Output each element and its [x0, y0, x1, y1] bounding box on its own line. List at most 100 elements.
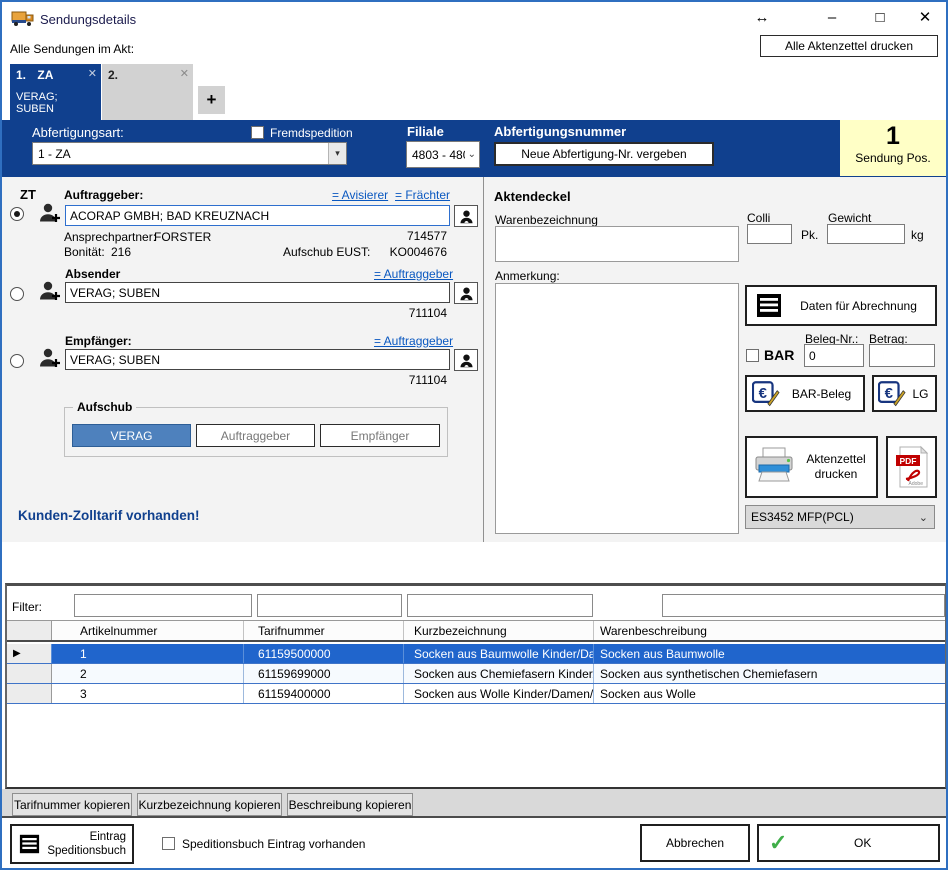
anmerkung-textarea[interactable] [495, 283, 739, 534]
absender-radio[interactable] [10, 287, 24, 301]
assign-number-button[interactable]: Neue Abfertigung-Nr. vergeben [494, 142, 714, 166]
bar-checkbox[interactable] [746, 349, 759, 362]
empfaenger-auftraggeber-link[interactable]: = Auftraggeber [374, 334, 453, 348]
auftraggeber-input[interactable] [65, 205, 450, 226]
cell-artikelnummer[interactable]: 2 [52, 664, 244, 683]
grid-header-tarifnummer[interactable]: Tarifnummer [244, 621, 404, 640]
filter-artikelnummer-input[interactable] [74, 594, 252, 617]
euro-receipt-icon: € [878, 380, 906, 407]
grid-header-warenbeschreibung[interactable]: Warenbeschreibung [594, 621, 945, 640]
cell-kurzbezeichnung[interactable]: Socken aus Wolle Kinder/Damen/Heeren [404, 684, 594, 703]
gewicht-label: Gewicht [828, 211, 871, 225]
grid-header-artikelnummer[interactable]: Artikelnummer [52, 621, 244, 640]
ok-button[interactable]: ✓ OK [757, 824, 940, 862]
fremdspedition-checkbox[interactable] [251, 126, 264, 139]
cell-tarifnummer[interactable]: 61159699000 [244, 664, 404, 683]
warenbezeichnung-textarea[interactable] [495, 226, 739, 262]
abrechnung-button[interactable]: Daten für Abrechnung [745, 285, 937, 326]
cell-warenbeschreibung[interactable]: Socken aus Wolle [594, 684, 945, 703]
betrag-input[interactable] [869, 344, 935, 367]
add-tab-button[interactable]: + [198, 86, 225, 114]
table-row[interactable]: ▶ 1 61159500000 Socken aus Baumwolle Kin… [7, 644, 945, 664]
auftraggeber-radio[interactable] [10, 207, 24, 221]
tab1-index: 1. [16, 68, 26, 82]
filter-warenbeschreibung-input[interactable] [662, 594, 945, 617]
article-grid: Filter: Artikelnummer Tarifnummer Kurzbe… [5, 583, 946, 789]
beleg-nr-input[interactable] [804, 344, 864, 367]
cell-warenbeschreibung[interactable]: Socken aus synthetischen Chemiefasern [594, 664, 945, 683]
avisierer-link[interactable]: = Avisierer [332, 188, 388, 202]
copy-beschreibung-button[interactable]: Beschreibung kopieren [287, 793, 413, 816]
speditionsbuch-checkbox[interactable] [162, 837, 175, 850]
printer-select-arrow-icon[interactable]: ⌄ [913, 511, 934, 524]
tab-shipment-2[interactable]: 2. ✕ [102, 64, 193, 120]
bar-beleg-button[interactable]: € BAR-Beleg [745, 375, 865, 412]
eintrag-button-label: Eintrag Speditionsbuch [40, 830, 132, 858]
colli-input[interactable] [747, 224, 792, 244]
aufschub-verag-button[interactable]: VERAG [72, 424, 191, 447]
copy-kurzbezeichnung-button[interactable]: Kurzbezeichnung kopieren [137, 793, 282, 816]
cell-kurzbezeichnung[interactable]: Socken aus Baumwolle Kinder/Damen/Herren [404, 644, 594, 663]
eintrag-speditionsbuch-button[interactable]: Eintrag Speditionsbuch [10, 824, 134, 864]
ansprechpartner-label: Ansprechpartner: [64, 230, 156, 244]
row-selector[interactable] [7, 684, 52, 703]
cell-kurzbezeichnung[interactable]: Socken aus Chemiefasern Kinder/Damen/Hee… [404, 664, 594, 683]
abfertigungsart-arrow-icon[interactable]: ▾ [328, 143, 346, 164]
tab-shipment-1[interactable]: 1. ZA ✕ VERAG; SUBEN [10, 64, 101, 120]
aktenzettel-drucken-button[interactable]: Aktenzettel drucken [745, 436, 878, 498]
pdf-icon: PDF Adobe [894, 445, 930, 489]
abfertigungsart-label: Abfertigungsart: [32, 125, 124, 140]
table-row[interactable]: 2 61159699000 Socken aus Chemiefasern Ki… [7, 664, 945, 684]
empfaenger-contact-button[interactable] [454, 349, 478, 371]
filter-kurzbezeichnung-input[interactable] [407, 594, 593, 617]
absender-auftraggeber-link[interactable]: = Auftraggeber [374, 267, 453, 281]
abfertigungsart-select[interactable]: 1 - ZA ▾ [32, 142, 347, 165]
minimize-icon[interactable]: – [817, 6, 847, 28]
absender-contact-button[interactable] [454, 282, 478, 304]
contact-icon [458, 208, 475, 225]
anmerkung-label: Anmerkung: [495, 269, 560, 283]
cancel-button[interactable]: Abbrechen [640, 824, 750, 862]
tab1-line2: SUBEN [16, 103, 95, 115]
grid-header-kurzbezeichnung[interactable]: Kurzbezeichnung [404, 621, 594, 640]
filiale-arrow-icon[interactable]: ⌄ [465, 149, 479, 160]
filiale-select[interactable]: 4803 - 480 ⌄ [406, 141, 480, 168]
empfaenger-radio[interactable] [10, 354, 24, 368]
add-contact-icon[interactable] [38, 346, 62, 373]
cell-tarifnummer[interactable]: 61159500000 [244, 644, 404, 663]
row-selector[interactable] [7, 664, 52, 683]
auftraggeber-contact-button[interactable] [454, 205, 478, 227]
maximize-icon[interactable]: □ [865, 6, 895, 28]
absender-input[interactable] [65, 282, 450, 303]
print-all-aktenzettel-button[interactable]: Alle Aktenzettel drucken [760, 35, 938, 57]
colli-label: Colli [747, 211, 770, 225]
aufschub-empfaenger-button[interactable]: Empfänger [320, 424, 440, 447]
resize-icon[interactable]: ↔ [747, 6, 777, 28]
pdf-button[interactable]: PDF Adobe [886, 436, 937, 498]
bar-label: BAR [764, 347, 794, 363]
close-icon[interactable]: ✕ [910, 6, 940, 28]
add-contact-icon[interactable] [38, 279, 62, 306]
filter-tarifnummer-input[interactable] [257, 594, 402, 617]
sendungsdetails-window: Sendungsdetails ↔ – □ ✕ Alle Sendungen i… [0, 0, 948, 870]
filiale-value: 4803 - 480 [407, 148, 465, 162]
gewicht-input[interactable] [827, 224, 905, 244]
cell-artikelnummer[interactable]: 1 [52, 644, 244, 663]
printer-select[interactable]: ES3452 MFP(PCL) ⌄ [745, 505, 935, 529]
sendung-pos-box: 1 Sendung Pos. [840, 120, 946, 176]
cell-tarifnummer[interactable]: 61159400000 [244, 684, 404, 703]
cell-warenbeschreibung[interactable]: Socken aus Baumwolle [594, 644, 945, 663]
copy-tarifnummer-button[interactable]: Tarifnummer kopieren [12, 793, 132, 816]
tab1-close-icon[interactable]: ✕ [88, 67, 97, 80]
fraechter-link[interactable]: = Frächter [395, 188, 450, 202]
tab1-code: ZA [37, 68, 53, 82]
aktenzettel-button-label: Aktenzettel drucken [796, 452, 876, 482]
lg-button[interactable]: € LG [872, 375, 937, 412]
aufschub-auftraggeber-button[interactable]: Auftraggeber [196, 424, 315, 447]
cell-artikelnummer[interactable]: 3 [52, 684, 244, 703]
tab2-close-icon[interactable]: ✕ [180, 67, 189, 80]
empfaenger-input[interactable] [65, 349, 450, 370]
window-title: Sendungsdetails [40, 12, 136, 27]
add-contact-icon[interactable] [38, 201, 62, 228]
table-row[interactable]: 3 61159400000 Socken aus Wolle Kinder/Da… [7, 684, 945, 704]
